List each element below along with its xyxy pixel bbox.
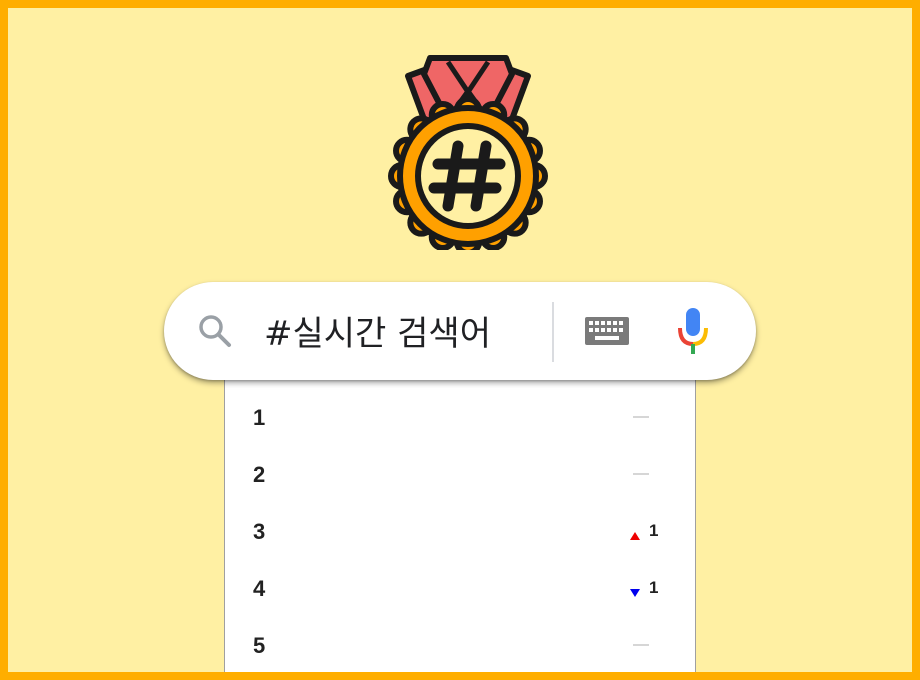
ranking-row-5[interactable]: 5 xyxy=(225,617,695,672)
search-divider xyxy=(552,302,554,362)
microphone-icon[interactable] xyxy=(676,306,710,356)
no-change-dash-icon xyxy=(633,416,649,418)
no-change-dash-icon xyxy=(633,473,649,475)
search-icon[interactable] xyxy=(198,314,232,348)
realtime-ranking-list: 1 2 3 1 4 1 5 xyxy=(224,378,696,672)
ranking-row-3[interactable]: 3 1 xyxy=(225,503,695,559)
no-change-dash-icon xyxy=(633,644,649,646)
rank-up-icon xyxy=(630,527,640,540)
rank-number: 3 xyxy=(253,519,266,544)
search-input[interactable] xyxy=(264,302,534,358)
rank-number: 2 xyxy=(253,462,266,487)
ranking-row-1[interactable]: 1 xyxy=(225,389,695,445)
rank-number: 1 xyxy=(253,405,266,430)
rank-change-value: 1 xyxy=(649,521,659,540)
search-bar xyxy=(164,282,756,380)
rank-number: 4 xyxy=(253,576,266,601)
rank-down-icon xyxy=(630,584,640,597)
hashtag-medal-icon xyxy=(388,40,548,250)
rank-number: 5 xyxy=(253,633,266,658)
page-frame: 1 2 3 1 4 1 5 xyxy=(0,0,920,680)
keyboard-icon[interactable] xyxy=(584,316,630,346)
ranking-row-4[interactable]: 4 1 xyxy=(225,560,695,616)
rank-change-value: 1 xyxy=(649,578,659,597)
ranking-row-2[interactable]: 2 xyxy=(225,446,695,502)
